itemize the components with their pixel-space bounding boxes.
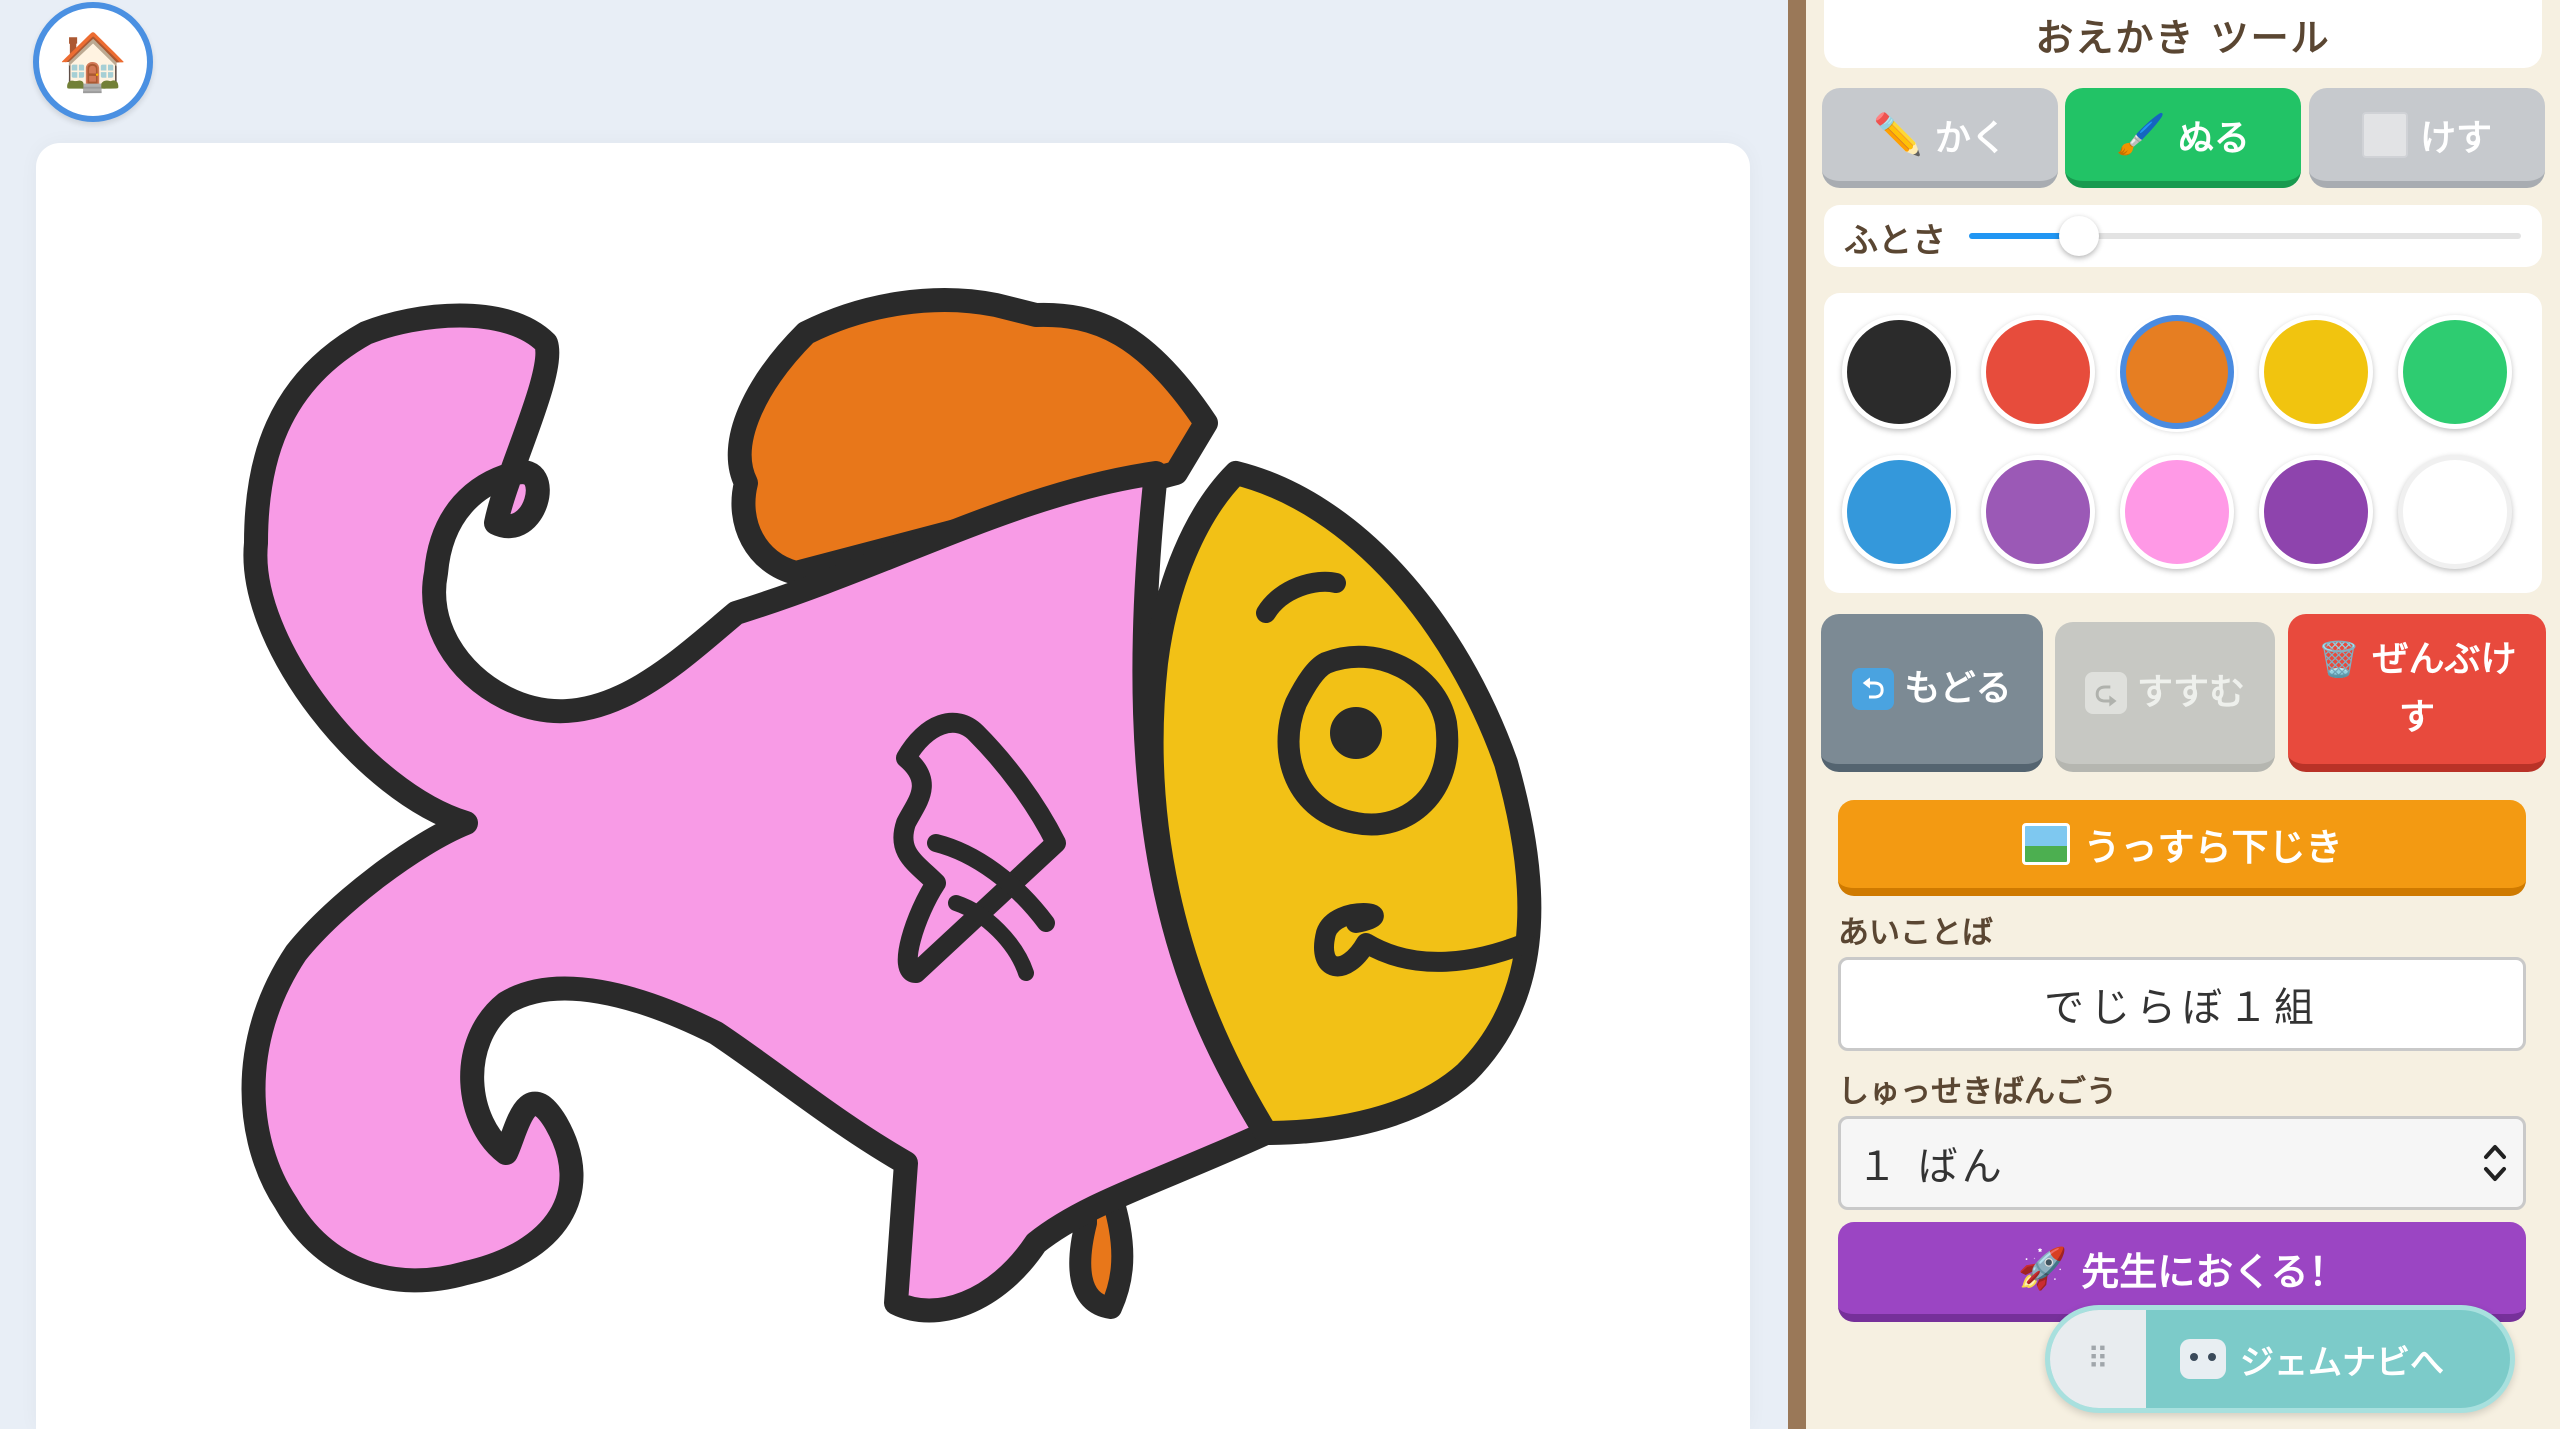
color-swatch[interactable] — [1842, 315, 1956, 429]
color-swatch[interactable] — [1842, 455, 1956, 569]
robot-icon — [2180, 1339, 2226, 1379]
student-number-label: しゅっせきばんごう — [1838, 1074, 2117, 1110]
picture-icon — [2021, 823, 2070, 865]
redo-icon: ⮎ — [2084, 672, 2127, 714]
trash-icon: 🗑️ — [2317, 640, 2360, 680]
stroke-width-label: ふとさ — [1844, 221, 1946, 261]
gem-navi-label: ジェムナビへ — [2240, 1342, 2444, 1383]
student-number-value: １ ばん — [1857, 1144, 2006, 1190]
fish-pupil — [1330, 707, 1382, 759]
erase-mode-button[interactable]: けす — [2309, 88, 2545, 188]
clear-all-button[interactable]: 🗑️ ぜんぶけす — [2288, 614, 2546, 772]
redo-button[interactable]: ⮎ すすむ — [2055, 622, 2275, 772]
passphrase-label: あいことば — [1838, 915, 1993, 951]
rocket-icon: 🚀 — [2017, 1245, 2068, 1292]
trace-template-label: うっすら下じき — [2083, 826, 2343, 869]
color-swatch[interactable] — [1981, 455, 2095, 569]
erase-mode-label: けす — [2419, 117, 2492, 159]
color-swatch[interactable] — [2259, 455, 2373, 569]
color-swatch[interactable] — [1981, 315, 2095, 429]
send-to-teacher-label: 先生におくる！ — [2081, 1249, 2347, 1294]
color-swatch[interactable] — [2398, 455, 2512, 569]
color-swatch[interactable] — [2120, 455, 2234, 569]
pencil-icon: ✏️ — [1873, 112, 1923, 158]
home-button[interactable]: 🏠 — [33, 2, 153, 122]
fill-mode-button[interactable]: 🖌️ ぬる — [2065, 88, 2301, 188]
clear-all-label: ぜんぶけす — [2372, 639, 2517, 738]
slider-thumb[interactable] — [2059, 216, 2100, 256]
drag-handle-icon[interactable]: ⠿ — [2050, 1310, 2146, 1408]
color-swatch[interactable] — [2259, 315, 2373, 429]
redo-label: すすむ — [2136, 672, 2245, 713]
undo-button[interactable]: ⮌ もどる — [1821, 614, 2043, 772]
eraser-icon — [2361, 111, 2408, 158]
stroke-width-row: ふとさ — [1824, 205, 2542, 267]
select-chevron-icon — [2484, 1145, 2506, 1181]
color-swatch[interactable] — [2120, 315, 2234, 429]
stroke-width-slider[interactable] — [1969, 216, 2521, 256]
passphrase-input[interactable]: でじらぼ１組 — [1838, 957, 2526, 1051]
tool-panel: おえかき ツール ✏️ かく 🖌️ ぬる けす ふとさ ⮌ もどる ⮎ すすむ … — [1806, 0, 2560, 1429]
panel-title: おえかき ツール — [1824, 0, 2542, 68]
drawing-canvas[interactable] — [36, 143, 1750, 1429]
panel-divider — [1788, 0, 1806, 1429]
brush-icon: 🖌️ — [2116, 112, 2166, 158]
draw-mode-button[interactable]: ✏️ かく — [1822, 88, 2058, 188]
undo-label: もどる — [1904, 668, 2012, 709]
undo-icon: ⮌ — [1852, 668, 1895, 710]
color-swatch[interactable] — [2398, 315, 2512, 429]
gem-navi-button[interactable]: ⠿ ジェムナビへ — [2045, 1305, 2515, 1413]
draw-mode-label: かく — [1934, 117, 2007, 159]
color-palette — [1824, 293, 2542, 593]
trace-template-button[interactable]: うっすら下じき — [1838, 800, 2526, 896]
home-icon: 🏠 — [58, 30, 128, 95]
fish-drawing — [241, 288, 1542, 1323]
fill-mode-label: ぬる — [2177, 117, 2250, 159]
student-number-select[interactable]: １ ばん — [1838, 1116, 2526, 1210]
